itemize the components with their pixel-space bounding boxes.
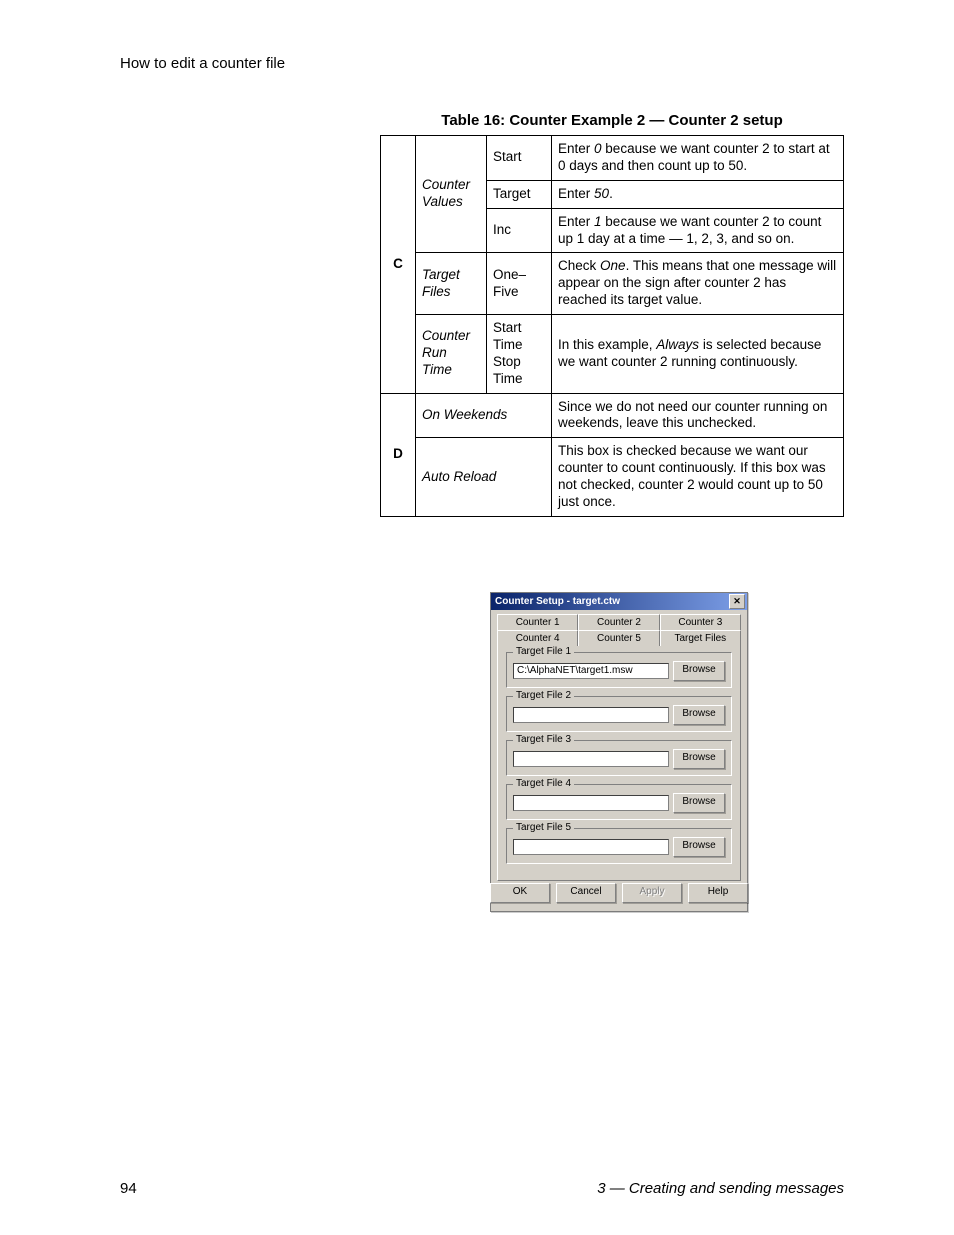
tab-counter-2[interactable]: Counter 2 — [578, 614, 659, 630]
target-file-4-label: Target File 4 — [513, 778, 574, 789]
target-file-3-label: Target File 3 — [513, 734, 574, 745]
counter-setup-dialog: Counter Setup - target.ctw ✕ Counter 4 C… — [490, 592, 748, 912]
inc-desc: Enter 1 because we want counter 2 to cou… — [552, 208, 844, 253]
target-files-col: One–Five — [487, 253, 552, 315]
target-files-panel: Target File 1 C:\AlphaNET\target1.msw Br… — [497, 645, 741, 881]
target-file-1-group: Target File 1 C:\AlphaNET\target1.msw Br… — [506, 652, 732, 688]
text: Check — [558, 258, 600, 273]
weekends-label: On Weekends — [416, 393, 552, 438]
dialog-titlebar: Counter Setup - target.ctw ✕ — [490, 592, 748, 610]
text-italic: 1 — [594, 214, 602, 229]
target-file-4-group: Target File 4 Browse — [506, 784, 732, 820]
text: Enter — [558, 214, 594, 229]
target-file-1-label: Target File 1 — [513, 646, 574, 657]
tab-counter-1[interactable]: Counter 1 — [497, 614, 578, 630]
text-italic: 0 — [594, 141, 602, 156]
target-file-3-input[interactable] — [513, 751, 669, 767]
browse-button-4[interactable]: Browse — [673, 793, 725, 813]
text: Enter — [558, 141, 594, 156]
target-file-2-input[interactable] — [513, 707, 669, 723]
browse-button-1[interactable]: Browse — [673, 661, 725, 681]
section-title: How to edit a counter file — [120, 55, 844, 72]
auto-reload-label: Auto Reload — [416, 438, 552, 517]
target-desc: Enter 50. — [552, 180, 844, 208]
row-letter-d: D — [381, 393, 416, 516]
counter-values-label: Counter Values — [416, 136, 487, 253]
text: In this example, — [558, 337, 656, 352]
weekends-desc: Since we do not need our counter running… — [552, 393, 844, 438]
start-desc: Enter 0 because we want counter 2 to sta… — [552, 136, 844, 181]
help-button[interactable]: Help — [688, 883, 748, 903]
inc-label: Inc — [487, 208, 552, 253]
table-caption: Table 16: Counter Example 2 — Counter 2 … — [380, 112, 844, 129]
target-file-5-label: Target File 5 — [513, 822, 574, 833]
crt-desc: In this example, Always is selected beca… — [552, 315, 844, 394]
target-file-5-input[interactable] — [513, 839, 669, 855]
start-label: Start — [487, 136, 552, 181]
crt-label: Counter Run Time — [416, 315, 487, 394]
crt-col: Start Time Stop Time — [487, 315, 552, 394]
tab-strip: Counter 4 Counter 5 Target Files Counter… — [497, 614, 741, 646]
target-files-desc: Check One. This means that one message w… — [552, 253, 844, 315]
apply-button[interactable]: Apply — [622, 883, 682, 903]
close-button[interactable]: ✕ — [729, 594, 745, 609]
browse-button-2[interactable]: Browse — [673, 705, 725, 725]
target-file-4-input[interactable] — [513, 795, 669, 811]
text-italic: 50 — [594, 186, 609, 201]
cancel-button[interactable]: Cancel — [556, 883, 616, 903]
page-footer: 94 3 — Creating and sending messages — [120, 1180, 844, 1197]
target-file-2-label: Target File 2 — [513, 690, 574, 701]
tab-counter-3[interactable]: Counter 3 — [660, 614, 741, 630]
target-label: Target — [487, 180, 552, 208]
chapter-title: 3 — Creating and sending messages — [597, 1180, 844, 1197]
tab-counter-5[interactable]: Counter 5 — [578, 630, 659, 646]
close-icon: ✕ — [733, 597, 741, 606]
browse-button-3[interactable]: Browse — [673, 749, 725, 769]
target-file-2-group: Target File 2 Browse — [506, 696, 732, 732]
target-file-3-group: Target File 3 Browse — [506, 740, 732, 776]
ok-button[interactable]: OK — [490, 883, 550, 903]
text: . — [609, 186, 613, 201]
tab-target-files[interactable]: Target Files — [660, 630, 741, 646]
page-number: 94 — [120, 1180, 137, 1197]
target-file-1-input[interactable]: C:\AlphaNET\target1.msw — [513, 663, 669, 679]
target-file-5-group: Target File 5 Browse — [506, 828, 732, 864]
dialog-buttons: OK Cancel Apply Help — [497, 883, 741, 903]
row-letter-c: C — [381, 136, 416, 394]
browse-button-5[interactable]: Browse — [673, 837, 725, 857]
text-italic: Always — [656, 337, 699, 352]
target-files-label: Target Files — [416, 253, 487, 315]
text-italic: One — [600, 258, 626, 273]
dialog-title: Counter Setup - target.ctw — [495, 596, 620, 607]
text: Enter — [558, 186, 594, 201]
tab-counter-4[interactable]: Counter 4 — [497, 630, 578, 646]
auto-reload-desc: This box is checked because we want our … — [552, 438, 844, 517]
counter-table: C Counter Values Start Enter 0 because w… — [380, 135, 844, 517]
